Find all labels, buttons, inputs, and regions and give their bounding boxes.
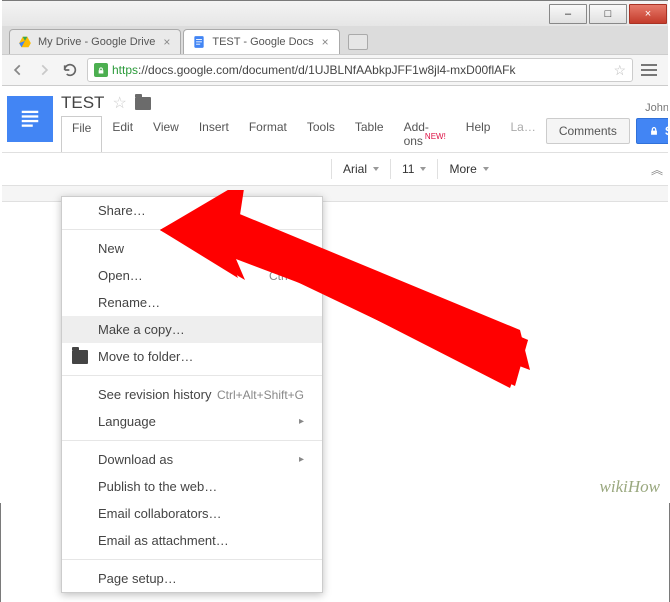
document-title[interactable]: TEST	[61, 93, 104, 113]
new-badge: NEW!	[425, 132, 446, 141]
browser-tabs: My Drive - Google Drive × TEST - Google …	[0, 26, 670, 54]
lock-icon	[649, 125, 659, 137]
window-close-button[interactable]: ×	[629, 4, 667, 24]
tab-title: My Drive - Google Drive	[38, 36, 155, 48]
forward-icon[interactable]	[35, 61, 53, 79]
font-size-selector[interactable]: 11	[395, 161, 433, 177]
tab-close-icon[interactable]: ×	[314, 35, 329, 49]
menu-item-open[interactable]: Open…Ctrl+O	[62, 262, 322, 289]
menu-edit[interactable]: Edit	[102, 116, 143, 152]
lock-icon	[94, 63, 108, 77]
menu-help[interactable]: Help	[456, 116, 501, 152]
folder-icon	[72, 350, 88, 364]
docs-header: TEST ☆ File Edit View Insert Format Tool…	[1, 86, 669, 152]
menu-format[interactable]: Format	[239, 116, 297, 152]
tab-docs[interactable]: TEST - Google Docs ×	[183, 29, 339, 54]
more-button[interactable]: More	[442, 161, 495, 177]
docs-logo[interactable]	[7, 96, 53, 142]
menu-file[interactable]: File	[61, 116, 102, 152]
comments-button[interactable]: Comments	[546, 118, 630, 144]
menu-insert[interactable]: Insert	[189, 116, 239, 152]
menubar: File Edit View Insert Format Tools Table…	[61, 116, 546, 152]
menu-table[interactable]: Table	[345, 116, 394, 152]
font-selector[interactable]: Arial	[336, 161, 386, 177]
menu-item-page-setup[interactable]: Page setup…	[62, 565, 322, 592]
shortcut-label: Ctrl+Alt+Shift+G	[217, 388, 304, 402]
window-titlebar: – □ ×	[0, 0, 670, 26]
folder-icon[interactable]	[135, 97, 151, 110]
docs-favicon	[192, 35, 206, 49]
window-maximize-button[interactable]: □	[589, 4, 627, 24]
menu-item-email-attachment[interactable]: Email as attachment…	[62, 527, 322, 554]
tab-close-icon[interactable]: ×	[155, 35, 170, 49]
new-tab-button[interactable]	[348, 34, 368, 50]
menu-item-email-collaborators[interactable]: Email collaborators…	[62, 500, 322, 527]
submenu-arrow-icon: ▸	[299, 454, 304, 465]
menu-item-make-a-copy[interactable]: Make a copy…	[62, 316, 322, 343]
back-icon[interactable]	[9, 61, 27, 79]
menu-item-language[interactable]: Language▸	[62, 408, 322, 435]
submenu-arrow-icon: ▸	[299, 416, 304, 427]
url-input[interactable]: https://docs.google.com/document/d/1UJBL…	[87, 58, 633, 82]
shortcut-label: Ctrl+O	[269, 269, 304, 283]
watermark: wikiHow	[600, 477, 660, 497]
bookmark-star-icon[interactable]: ☆	[613, 62, 626, 79]
caret-down-icon	[483, 167, 489, 171]
tab-title: TEST - Google Docs	[212, 36, 313, 48]
tab-drive[interactable]: My Drive - Google Drive ×	[9, 29, 181, 54]
caret-down-icon	[420, 167, 426, 171]
menu-item-revision-history[interactable]: See revision historyCtrl+Alt+Shift+G	[62, 381, 322, 408]
menu-item-rename[interactable]: Rename…	[62, 289, 322, 316]
browser-menu-icon[interactable]	[641, 60, 661, 80]
menu-view[interactable]: View	[143, 116, 189, 152]
menu-item-new[interactable]: New▸	[62, 235, 322, 262]
menu-addons[interactable]: Add-onsNEW!	[394, 116, 456, 152]
drive-favicon	[18, 35, 32, 49]
star-icon[interactable]: ☆	[112, 93, 126, 113]
menu-item-move-to-folder[interactable]: Move to folder…	[62, 343, 322, 370]
submenu-arrow-icon: ▸	[299, 243, 304, 254]
share-button[interactable]: Share	[636, 118, 670, 144]
menu-tools[interactable]: Tools	[297, 116, 345, 152]
menu-item-share[interactable]: Share…	[62, 197, 322, 224]
file-menu-dropdown: Share… New▸ Open…Ctrl+O Rename… Make a c…	[61, 196, 323, 593]
menu-last-edit: La…	[500, 116, 545, 152]
docs-app: TEST ☆ File Edit View Insert Format Tool…	[0, 86, 670, 602]
docs-toolbar: Arial 11 More ︽	[1, 152, 669, 186]
user-name[interactable]: John Smith	[546, 102, 670, 114]
address-bar: https://docs.google.com/document/d/1UJBL…	[0, 54, 670, 86]
reload-icon[interactable]	[61, 61, 79, 79]
menu-item-download-as[interactable]: Download as▸	[62, 446, 322, 473]
url-protocol: https	[112, 63, 138, 77]
menu-item-publish[interactable]: Publish to the web…	[62, 473, 322, 500]
collapse-toolbar-icon[interactable]: ︽	[651, 161, 663, 178]
window-minimize-button[interactable]: –	[549, 4, 587, 24]
caret-down-icon	[373, 167, 379, 171]
url-path: ://docs.google.com/document/d/1UJBLNfAAb…	[138, 63, 516, 77]
